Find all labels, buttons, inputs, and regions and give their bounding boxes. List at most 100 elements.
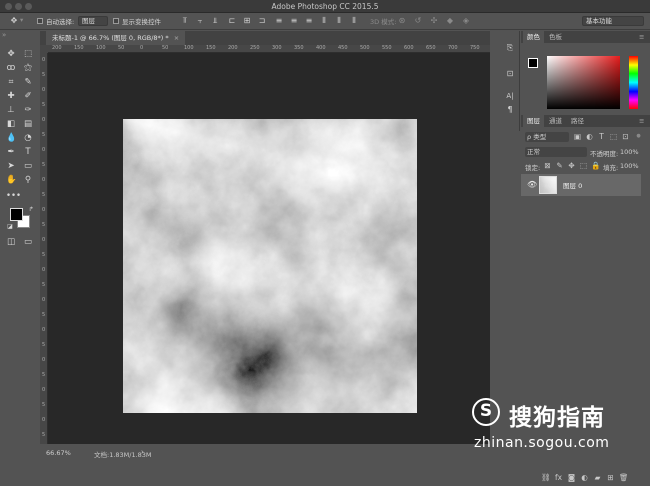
align-hcenter-icon[interactable]: ⊞ <box>243 17 251 25</box>
hand-icon[interactable]: ✋ <box>6 175 17 185</box>
filter-toggle-icon[interactable]: ● <box>634 132 643 141</box>
filter-pixel-icon[interactable]: ▣ <box>573 132 582 141</box>
history-panel-icon[interactable]: ⎘ <box>505 43 515 53</box>
visibility-eye-icon[interactable]: 👁 <box>527 180 537 189</box>
lock-transparent-icon[interactable]: ⊠ <box>543 161 552 170</box>
properties-panel-icon[interactable]: ⊡ <box>505 69 515 79</box>
foreground-color-swatch[interactable] <box>10 208 23 221</box>
ruler-left-tick: 5 <box>42 402 46 408</box>
document-tab[interactable]: 未标题-1 @ 66.7% (图层 0, RGB/8*) * × <box>46 31 186 45</box>
magic-wand-icon[interactable]: ⚝ <box>23 63 33 73</box>
brush-icon[interactable]: ✐ <box>23 91 33 101</box>
pen-icon[interactable]: ✒ <box>6 147 16 157</box>
type-icon[interactable]: T <box>23 147 33 157</box>
align-vcenter-icon[interactable]: ⫟ <box>196 17 204 25</box>
canvas-area[interactable] <box>48 53 490 444</box>
tab-layers[interactable]: 图层 <box>523 115 544 127</box>
tab-paths[interactable]: 路径 <box>567 115 588 127</box>
shape-icon[interactable]: ▭ <box>23 161 33 171</box>
layer-row[interactable]: 👁 图层 0 <box>521 174 641 196</box>
lock-position-icon[interactable]: ✥ <box>567 161 576 170</box>
screen-mode-icon[interactable]: ▭ <box>23 237 33 247</box>
blend-mode-dropdown[interactable]: 正常 <box>525 147 587 157</box>
default-colors-icon[interactable]: ◪ <box>5 222 15 232</box>
roll-3d-icon[interactable]: ↺ <box>414 17 422 25</box>
eraser-icon[interactable]: ◧ <box>6 119 16 129</box>
move-tool-icon[interactable]: ✥ <box>10 17 18 25</box>
show-transform-checkbox[interactable] <box>113 18 119 24</box>
filter-shape-icon[interactable]: ⬚ <box>609 132 618 141</box>
healing-icon[interactable]: ✚ <box>6 91 16 101</box>
distribute-bottom-icon[interactable]: ≡ <box>305 17 313 25</box>
new-layer-icon[interactable]: ⊞ <box>606 473 615 482</box>
layers-footer: ⛓ fx ◙ ◐ ▰ ⊞ 🗑 <box>521 470 650 486</box>
auto-select-checkbox[interactable] <box>37 18 43 24</box>
color-field[interactable] <box>547 56 620 109</box>
tab-swatches[interactable]: 色板 <box>545 31 566 43</box>
mask-icon[interactable]: ◙ <box>567 473 576 482</box>
dodge-icon[interactable]: ◔ <box>23 133 33 143</box>
align-bottom-icon[interactable]: ⫫ <box>211 17 219 25</box>
trash-icon[interactable]: 🗑 <box>619 473 629 482</box>
layers-menu-icon[interactable]: ≡ <box>639 115 644 127</box>
folder-icon[interactable]: ▰ <box>593 473 602 482</box>
toolbar-collapse-icon[interactable]: » <box>2 31 38 44</box>
distribute-hcenter-icon[interactable]: ⦀ <box>335 17 343 25</box>
quick-mask-icon[interactable]: ◫ <box>6 237 16 247</box>
marquee-icon[interactable]: ⬚ <box>23 49 33 59</box>
distribute-vcenter-icon[interactable]: ≡ <box>290 17 298 25</box>
layer-filter-dropdown[interactable]: ρ 类型 <box>525 132 569 142</box>
status-menu-icon[interactable]: › <box>141 448 144 456</box>
crop-icon[interactable]: ⌗ <box>6 77 16 87</box>
link-icon[interactable]: ⛓ <box>541 473 551 482</box>
orbit-3d-icon[interactable]: ⊛ <box>398 17 406 25</box>
distribute-left-icon[interactable]: ⦀ <box>320 17 328 25</box>
fx-icon[interactable]: fx <box>554 473 563 482</box>
adjustment-icon[interactable]: ◐ <box>580 473 589 482</box>
foreground-color-mini[interactable] <box>528 58 538 68</box>
tab-channels[interactable]: 通道 <box>545 115 566 127</box>
tool-preset-chevron-icon[interactable]: ▾ <box>20 16 23 24</box>
drag-3d-icon[interactable]: ✣ <box>430 17 438 25</box>
title-bar: Adobe Photoshop CC 2015.5 <box>0 0 650 13</box>
history-brush-icon[interactable]: ✑ <box>23 105 33 115</box>
lock-artboard-icon[interactable]: ⬚ <box>579 161 588 170</box>
move-icon[interactable]: ✥ <box>6 49 16 59</box>
lock-all-icon[interactable]: 🔒 <box>591 161 600 170</box>
align-top-icon[interactable]: ⫪ <box>181 17 189 25</box>
swap-colors-icon[interactable]: ↱ <box>26 205 36 215</box>
color-panel: 颜色 色板 ≡ <box>521 31 650 114</box>
zoom-level[interactable]: 66.67% <box>46 449 71 457</box>
tab-color[interactable]: 颜色 <box>523 31 544 43</box>
distribute-right-icon[interactable]: ⦀ <box>350 17 358 25</box>
fill-value[interactable]: 100% <box>620 162 639 173</box>
lasso-icon[interactable]: ꝏ <box>6 63 16 73</box>
path-select-icon[interactable]: ➤ <box>6 161 16 171</box>
align-right-icon[interactable]: ⊐ <box>258 17 266 25</box>
workspace-dropdown[interactable]: 基本功能 <box>582 16 644 26</box>
lock-pixels-icon[interactable]: ✎ <box>555 161 564 170</box>
gradient-icon[interactable]: ▤ <box>23 119 33 129</box>
more-tools-icon[interactable]: ••• <box>6 191 21 201</box>
filter-adjustment-icon[interactable]: ◐ <box>585 132 594 141</box>
stamp-icon[interactable]: ⊥ <box>6 105 16 115</box>
panel-menu-icon[interactable]: ≡ <box>639 31 644 43</box>
blur-icon[interactable]: 💧 <box>6 133 17 143</box>
scale-3d-icon[interactable]: ◈ <box>462 17 470 25</box>
align-left-icon[interactable]: ⊏ <box>228 17 236 25</box>
filter-type-icon[interactable]: T <box>597 132 606 141</box>
slide-3d-icon[interactable]: ◆ <box>446 17 454 25</box>
zoom-icon[interactable]: ⚲ <box>23 175 33 185</box>
hue-slider[interactable] <box>629 56 638 109</box>
paragraph-panel-icon[interactable]: ¶ <box>505 105 515 115</box>
character-panel-icon[interactable]: A| <box>505 91 515 101</box>
auto-select-dropdown[interactable]: 图层 <box>78 16 108 26</box>
document-canvas[interactable] <box>123 119 417 413</box>
close-tab-icon[interactable]: × <box>174 34 179 42</box>
opacity-label: 不透明度: <box>590 150 619 158</box>
layer-name[interactable]: 图层 0 <box>563 180 582 190</box>
opacity-value[interactable]: 100% <box>620 148 639 159</box>
distribute-top-icon[interactable]: ≡ <box>275 17 283 25</box>
filter-smart-icon[interactable]: ⊡ <box>621 132 630 141</box>
eyedropper-icon[interactable]: ✎ <box>23 77 33 87</box>
